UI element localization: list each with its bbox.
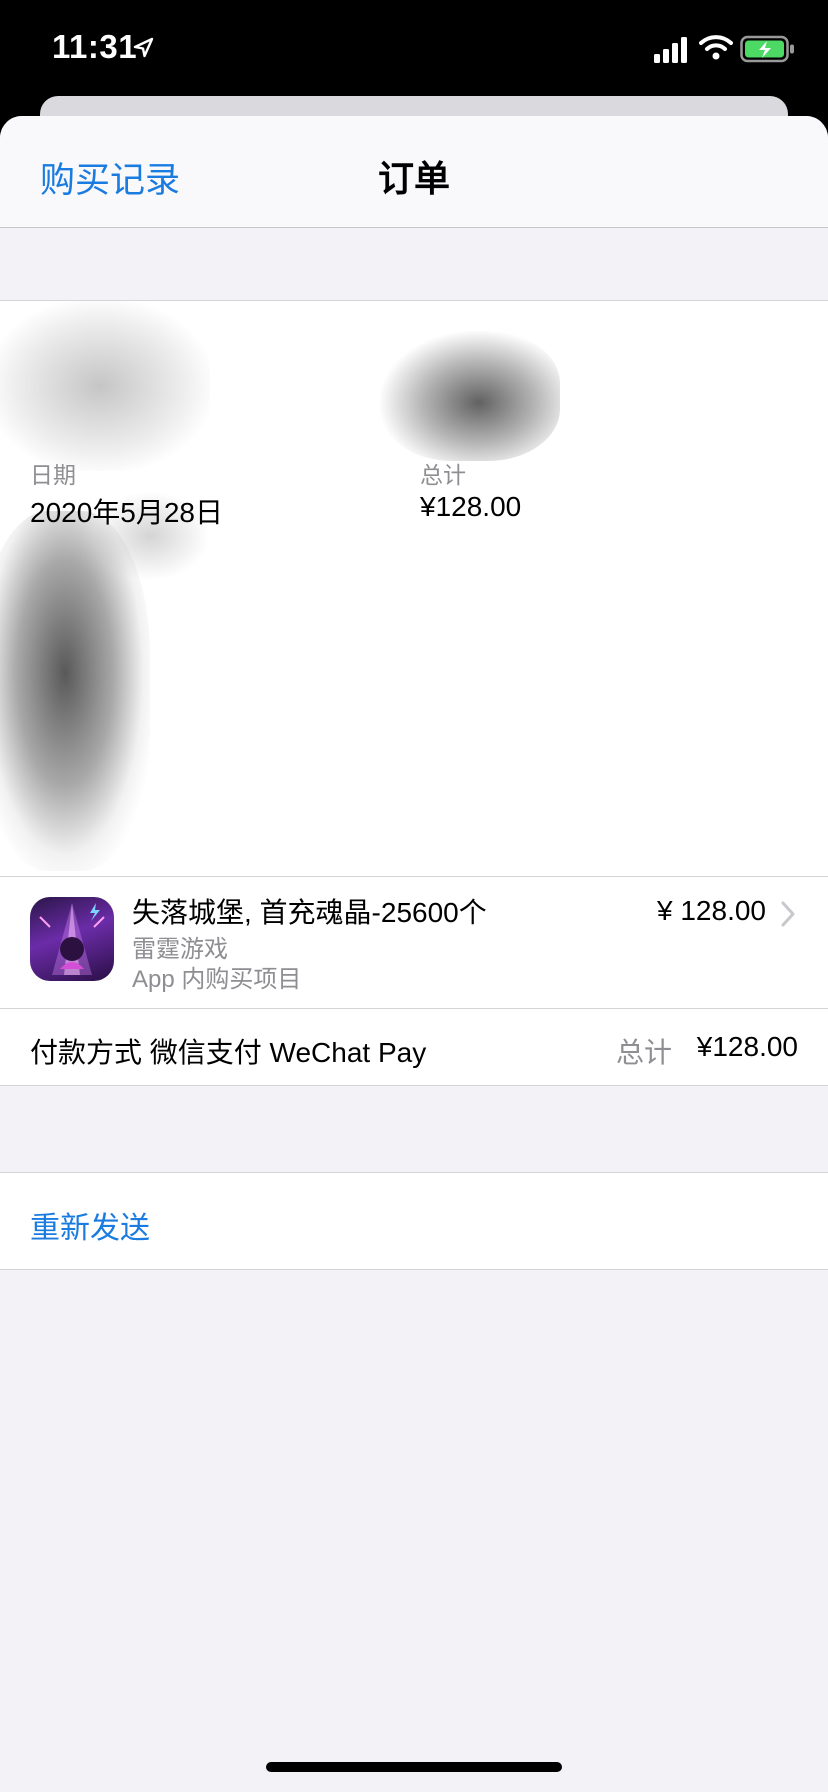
purchase-item-row[interactable]: 失落城堡, 首充魂晶-25600个 雷霆游戏 App 内购买项目 ¥ 128.0… bbox=[0, 876, 828, 1008]
total-label: 总计 bbox=[420, 462, 466, 488]
payment-total-label: 总计 bbox=[615, 1037, 672, 1068]
item-title: 失落城堡, 首充魂晶-25600个 bbox=[132, 897, 487, 928]
order-info-card: 日期 2020年5月28日 总计 ¥128.00 bbox=[0, 300, 828, 876]
date-label: 日期 bbox=[30, 462, 76, 488]
location-arrow-icon bbox=[133, 37, 154, 58]
payment-row: 付款方式 微信支付 WeChat Pay 总计 ¥128.00 bbox=[0, 1008, 828, 1086]
order-sheet: 购买记录 订单 日期 2020年5月28日 总计 ¥128.00 失落城堡, 首… bbox=[0, 116, 828, 1792]
game-app-icon bbox=[30, 897, 114, 981]
status-bar: 11:31 bbox=[0, 0, 828, 96]
page-title: 订单 bbox=[377, 158, 450, 199]
chevron-right-icon bbox=[781, 901, 795, 927]
redaction-mark bbox=[380, 331, 560, 461]
battery-charging-icon bbox=[740, 35, 794, 63]
wifi-icon bbox=[699, 35, 733, 60]
item-price: ¥ 128.00 bbox=[657, 895, 766, 926]
status-time: 11:31 bbox=[52, 28, 138, 65]
home-indicator[interactable] bbox=[266, 1762, 562, 1772]
total-value: ¥128.00 bbox=[420, 491, 522, 522]
cellular-signal-icon bbox=[654, 37, 687, 63]
payment-total-value: ¥128.00 bbox=[696, 1031, 798, 1062]
resend-row: 重新发送 bbox=[0, 1172, 828, 1270]
item-type: App 内购买项目 bbox=[132, 966, 302, 993]
redaction-mark bbox=[0, 301, 210, 471]
resend-button[interactable]: 重新发送 bbox=[30, 1203, 150, 1247]
payment-method: 付款方式 微信支付 WeChat Pay bbox=[30, 1037, 427, 1068]
navigation-bar: 购买记录 订单 bbox=[0, 116, 828, 228]
date-value: 2020年5月28日 bbox=[30, 497, 224, 528]
